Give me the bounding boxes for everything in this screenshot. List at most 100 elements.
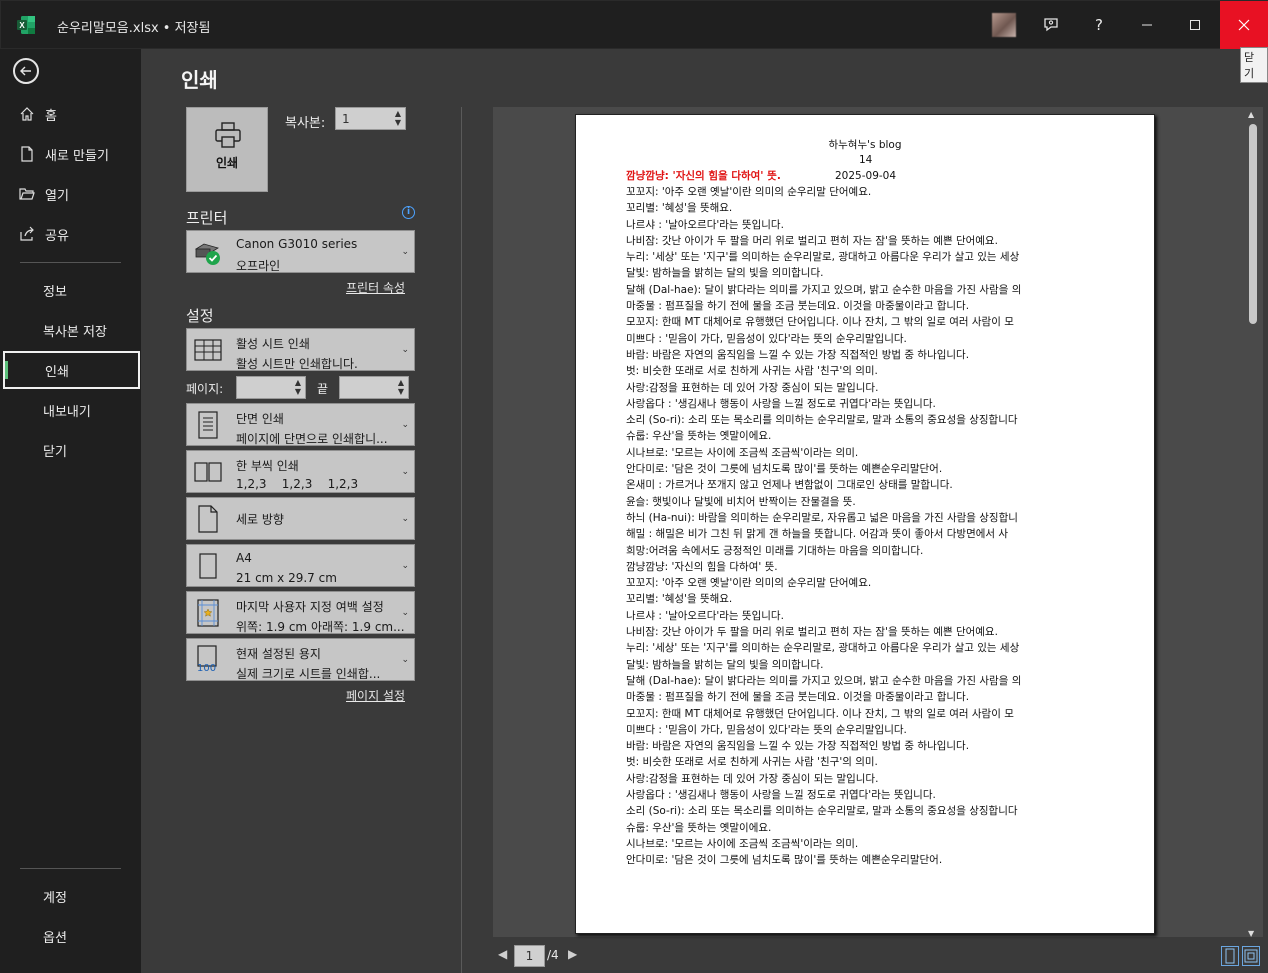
nav-options[interactable]: 옵션 bbox=[0, 917, 141, 955]
nav-print[interactable]: 인쇄 bbox=[3, 351, 140, 389]
preview-line: 안다미로: '담은 것이 그릇에 넘치도록 많이'를 뜻하는 예쁜순우리말단어. bbox=[626, 854, 943, 867]
print-scope-title: 활성 시트 인쇄 bbox=[236, 337, 310, 351]
next-page-icon[interactable]: ▶ bbox=[568, 947, 577, 961]
preview-line: 슈룹: 우산'을 뜻하는 옛말이에요. bbox=[626, 430, 772, 443]
nav-close-label: 닫기 bbox=[43, 444, 67, 460]
printer-status: 오프라인 bbox=[236, 259, 281, 273]
margins-desc: 위쪽: 1.9 cm 아래쪽: 1.9 cm... bbox=[236, 620, 405, 634]
preview-line: 희망:어려움 속에서도 긍정적인 미래를 기대하는 마음을 의미합니다. bbox=[626, 544, 924, 557]
preview-line: 달빛: 밤하늘을 밝히는 달의 빛을 의미합니다. bbox=[626, 267, 824, 280]
preview-line: 사랑옵다 : '생김새나 행동이 사랑을 느낄 정도로 귀엽다'라는 뜻입니다. bbox=[626, 397, 936, 410]
chevron-down-icon: ⌄ bbox=[401, 344, 409, 355]
folder-open-icon bbox=[19, 186, 35, 202]
collate-title: 한 부씩 인쇄 bbox=[236, 459, 299, 473]
preview-lines: 꼬꼬지: '아주 오랜 옛날'이란 의미의 순우리말 단어예요. 꼬리별: '혜성… bbox=[626, 184, 1056, 868]
nav-export[interactable]: 내보내기 bbox=[0, 391, 141, 429]
printer-icon bbox=[215, 122, 241, 148]
pages-from-stepper[interactable]: ▲ ▼ bbox=[236, 376, 306, 399]
collate-dropdown[interactable]: 한 부씩 인쇄 1,2,3 1,2,3 1,2,3 ⌄ bbox=[186, 450, 415, 493]
pages-to-label: 끝 bbox=[317, 382, 329, 396]
nav-new[interactable]: 새로 만들기 bbox=[0, 135, 141, 173]
paper-size-dropdown[interactable]: A4 21 cm x 29.7 cm ⌄ bbox=[186, 544, 415, 587]
close-button[interactable] bbox=[1220, 1, 1268, 49]
scroll-down-icon[interactable]: ▼ bbox=[1248, 929, 1254, 938]
arrow-left-icon bbox=[20, 66, 31, 76]
printer-properties-link[interactable]: 프린터 속성 bbox=[346, 279, 405, 296]
margins-dropdown[interactable]: 마지막 사용자 지정 여백 설정 위쪽: 1.9 cm 아래쪽: 1.9 cm.… bbox=[186, 591, 415, 634]
scaling-icon: 100 bbox=[193, 644, 223, 675]
chevron-down-icon: ⌄ bbox=[401, 513, 409, 524]
settings-heading: 설정 bbox=[186, 307, 214, 325]
paper-size-icon bbox=[193, 551, 223, 581]
excel-logo-icon: X bbox=[17, 16, 35, 34]
preview-line: 깜냥깜냥: '자신의 힘을 다하여' 뜻. bbox=[626, 560, 778, 573]
info-icon[interactable]: i bbox=[402, 206, 415, 219]
portrait-icon bbox=[193, 504, 223, 534]
nav-options-label: 옵션 bbox=[43, 930, 67, 946]
chevron-down-icon: ⌄ bbox=[401, 419, 409, 430]
preview-line: 나비잠: 갓난 아이가 두 팔을 머리 위로 벌리고 편히 자는 잠'을 뜻하는… bbox=[626, 234, 998, 247]
nav-divider bbox=[20, 262, 121, 263]
nav-account[interactable]: 계정 bbox=[0, 877, 141, 915]
show-margins-icon[interactable] bbox=[1221, 946, 1239, 966]
stepper-arrows-icon[interactable]: ▲ ▼ bbox=[395, 109, 401, 127]
orientation-dropdown[interactable]: 세로 방향 ⌄ bbox=[186, 497, 415, 540]
maximize-button[interactable] bbox=[1171, 1, 1219, 49]
nav-info[interactable]: 정보 bbox=[0, 271, 141, 309]
preview-line: 달해 (Dal-hae): 달이 밝다라는 의미를 가지고 있으며, 밝고 순수… bbox=[626, 674, 1022, 687]
preview-line: 나비잠: 갓난 아이가 두 팔을 머리 위로 벌리고 편히 자는 잠'을 뜻하는… bbox=[626, 626, 998, 639]
printer-dropdown[interactable]: Canon G3010 series 오프라인 ⌄ bbox=[186, 230, 415, 273]
avatar[interactable] bbox=[992, 13, 1016, 37]
nav-save-copy[interactable]: 복사본 저장 bbox=[0, 311, 141, 349]
preview-line: 미쁘다 : '믿음이 가다, 믿음성이 있다'라는 뜻의 순우리말입니다. bbox=[626, 723, 907, 736]
close-tooltip: 닫기 bbox=[1240, 47, 1268, 83]
nav-home[interactable]: 홈 bbox=[0, 95, 141, 133]
print-button[interactable]: 인쇄 bbox=[186, 107, 268, 192]
pages-label: 페이지: bbox=[186, 382, 224, 396]
pages-to-stepper[interactable]: ▲ ▼ bbox=[339, 376, 409, 399]
preview-line: 소리 (So-ri): 소리 또는 목소리를 의미하는 순우리말로, 말과 소통… bbox=[626, 805, 1018, 818]
scaling-title: 현재 설정된 용지 bbox=[236, 647, 321, 661]
previous-page-icon[interactable]: ◀ bbox=[498, 947, 507, 961]
collate-icon bbox=[193, 457, 223, 487]
page-number-input[interactable]: 1 bbox=[514, 945, 545, 967]
preview-line: 해밀 : 해밀은 비가 그친 뒤 맑게 갠 하늘을 뜻합니다. 어감과 뜻이 좋… bbox=[626, 528, 1009, 541]
preview-line: 벗: 비슷한 또래로 서로 친하게 사귀는 사람 '친구'의 의미. bbox=[626, 756, 878, 769]
stepper-arrows-icon[interactable]: ▲ ▼ bbox=[295, 378, 301, 396]
minimize-button[interactable] bbox=[1123, 1, 1171, 49]
help-button[interactable]: ? bbox=[1075, 1, 1123, 49]
page-setup-link[interactable]: 페이지 설정 bbox=[346, 687, 405, 704]
zoom-to-page-icon[interactable] bbox=[1242, 946, 1260, 966]
one-sided-icon bbox=[193, 410, 223, 440]
copies-stepper[interactable]: 1 ▲ ▼ bbox=[335, 107, 406, 130]
scrollbar-thumb[interactable] bbox=[1249, 124, 1257, 324]
scaling-badge: 100 bbox=[197, 662, 217, 674]
feedback-icon[interactable] bbox=[1027, 1, 1075, 49]
preview-line: 바람: 바람은 자연의 움직임을 느낄 수 있는 가장 직접적인 방법 중 하나… bbox=[626, 740, 970, 753]
nav-new-label: 새로 만들기 bbox=[45, 148, 109, 164]
page-total: /4 bbox=[547, 948, 559, 962]
preview-line: 슈룹: 우산'을 뜻하는 옛말이에요. bbox=[626, 821, 772, 834]
sides-dropdown[interactable]: 단면 인쇄 페이지에 단면으로 인쇄합니... ⌄ bbox=[186, 403, 415, 446]
nav-info-label: 정보 bbox=[43, 284, 67, 300]
copies-value: 1 bbox=[342, 112, 350, 126]
panel-divider bbox=[461, 107, 462, 973]
back-button[interactable] bbox=[13, 58, 39, 84]
nav-open[interactable]: 열기 bbox=[0, 175, 141, 213]
preview-scrollbar[interactable]: ▲ ▼ bbox=[1246, 110, 1260, 938]
nav-share[interactable]: 공유 bbox=[0, 215, 141, 253]
svg-text:X: X bbox=[19, 21, 25, 30]
paper-size-desc: 21 cm x 29.7 cm bbox=[236, 571, 337, 585]
print-scope-dropdown[interactable]: 활성 시트 인쇄 활성 시트만 인쇄합니다. ⌄ bbox=[186, 328, 415, 371]
scroll-up-icon[interactable]: ▲ bbox=[1248, 110, 1254, 119]
preview-line: 꼬꼬지: '아주 오랜 옛날'이란 의미의 순우리말 단어예요. bbox=[626, 577, 872, 590]
page-header-date: 2025-09-04 bbox=[835, 170, 897, 182]
nav-close[interactable]: 닫기 bbox=[0, 431, 141, 469]
scaling-dropdown[interactable]: 100 현재 설정된 용지 실제 크기로 시트를 인쇄합... ⌄ bbox=[186, 638, 415, 681]
preview-line: 꼬리별: '혜성'을 뜻해요. bbox=[626, 202, 733, 215]
stepper-arrows-icon[interactable]: ▲ ▼ bbox=[398, 378, 404, 396]
preview-line: 달해 (Dal-hae): 달이 밝다라는 의미를 가지고 있으며, 밝고 순수… bbox=[626, 283, 1022, 296]
printer-heading: 프린터 bbox=[186, 209, 228, 227]
copies-label: 복사본: bbox=[285, 116, 326, 131]
document-title: 순우리말모음.xlsx • 저장됨 bbox=[57, 21, 211, 36]
